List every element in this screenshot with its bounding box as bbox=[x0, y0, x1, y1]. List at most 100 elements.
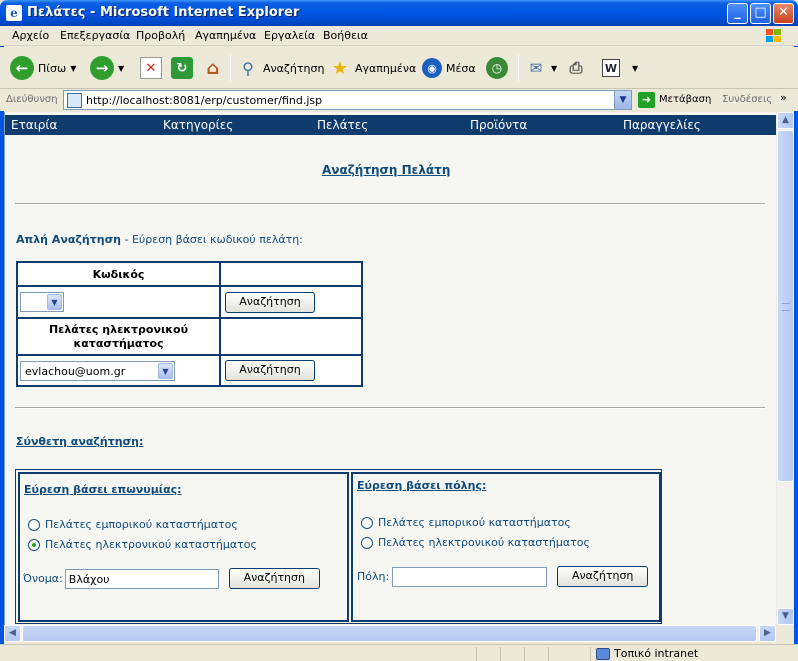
radio-button[interactable] bbox=[28, 518, 40, 531]
nav-categories[interactable]: Κατηγορίες bbox=[163, 118, 233, 132]
email-button-cell: Αναζήτηση bbox=[219, 354, 363, 387]
scroll-down-icon[interactable]: ▼ bbox=[777, 608, 794, 625]
word-icon: W bbox=[602, 59, 620, 77]
radio-button[interactable] bbox=[361, 516, 373, 529]
back-button[interactable]: ← Πίσω ▼ bbox=[10, 54, 76, 82]
radio-button-selected[interactable] bbox=[28, 538, 40, 551]
name-input[interactable]: Βλάχου bbox=[64, 568, 219, 589]
city-search-button[interactable]: Αναζήτηση bbox=[557, 566, 649, 587]
title-bar: e Πελάτες - Microsoft Internet Explorer … bbox=[0, 0, 798, 26]
media-button[interactable]: ◉ Μέσα bbox=[422, 54, 476, 82]
links-button[interactable]: Συνδέσεις bbox=[722, 94, 772, 105]
code-cell: ▼ bbox=[16, 285, 221, 319]
mail-button[interactable]: ✉ ▼ bbox=[525, 54, 557, 82]
page-title[interactable]: Αναζήτηση Πελάτη bbox=[322, 163, 450, 177]
back-label: Πίσω bbox=[38, 61, 67, 75]
stop-button[interactable]: ✕ bbox=[140, 54, 162, 82]
status-divider bbox=[548, 647, 549, 661]
menu-help[interactable]: Βοήθεια bbox=[323, 29, 368, 42]
menu-bar: Αρχείο Επεξεργασία Προβολή Αγαπημένα Εργ… bbox=[0, 26, 798, 46]
nav-customers[interactable]: Πελάτες bbox=[317, 118, 368, 132]
zone-label: Τοπικό intranet bbox=[614, 647, 699, 660]
horizontal-scroll-thumb[interactable] bbox=[22, 625, 757, 642]
top-navigation: Εταιρία Κατηγορίες Πελάτες Προϊόντα Παρα… bbox=[5, 115, 776, 135]
menu-file[interactable]: Αρχείο bbox=[12, 29, 49, 42]
menu-view[interactable]: Προβολή bbox=[136, 29, 185, 42]
status-divider bbox=[590, 647, 591, 661]
maximize-button[interactable]: □ bbox=[750, 3, 771, 24]
email-search-button[interactable]: Αναζήτηση bbox=[225, 360, 315, 381]
by-name-radio-eshop[interactable]: Πελάτες ηλεκτρονικού καταστήματος bbox=[28, 538, 257, 551]
star-icon: ★ bbox=[331, 57, 349, 79]
page-viewport: Εταιρία Κατηγορίες Πελάτες Προϊόντα Παρα… bbox=[4, 112, 776, 625]
by-city-title: Εύρεση βάσει πόλης: bbox=[357, 479, 487, 492]
address-input[interactable]: http://localhost:8081/erp/customer/find.… bbox=[63, 90, 632, 110]
go-arrow-icon[interactable]: ➜ bbox=[638, 92, 655, 108]
nav-company[interactable]: Εταιρία bbox=[11, 118, 57, 132]
search-button[interactable]: ⚲ Αναζήτηση bbox=[237, 54, 324, 82]
history-button[interactable]: ◷ bbox=[486, 54, 508, 82]
grip-icon bbox=[782, 303, 790, 311]
name-field-row: Όνομα: Βλάχου Αναζήτηση bbox=[23, 568, 320, 589]
code-select[interactable]: ▼ bbox=[20, 292, 64, 312]
status-divider bbox=[500, 647, 501, 661]
code-search-button[interactable]: Αναζήτηση bbox=[225, 291, 315, 313]
name-search-button[interactable]: Αναζήτηση bbox=[228, 568, 320, 589]
radio-label: Πελάτες εμπορικού καταστήματος bbox=[378, 516, 571, 529]
favorites-button[interactable]: ★ Αγαπημένα bbox=[329, 54, 416, 82]
media-label: Μέσα bbox=[446, 61, 476, 75]
toolbar: ← Πίσω ▼ → ▼ ✕ ↻ ⌂ ⚲ Αναζήτηση ★ Αγαπημέ… bbox=[0, 47, 798, 89]
status-divider bbox=[476, 647, 477, 661]
security-zone: Τοπικό intranet bbox=[596, 647, 698, 660]
print-button[interactable]: ⎙ bbox=[565, 54, 587, 82]
scroll-up-icon[interactable]: ▲ bbox=[777, 112, 794, 129]
mail-icon: ✉ bbox=[529, 59, 543, 77]
dropdown-arrow-icon[interactable]: ▼ bbox=[632, 64, 638, 73]
menu-favorites[interactable]: Αγαπημένα bbox=[195, 29, 256, 42]
refresh-icon: ↻ bbox=[171, 57, 193, 79]
chevron-down-icon[interactable]: ▼ bbox=[158, 362, 173, 379]
horizontal-scrollbar[interactable]: ◀ ▶ bbox=[4, 625, 776, 642]
menu-tools[interactable]: Εργαλεία bbox=[264, 29, 315, 42]
close-button[interactable]: ✕ bbox=[773, 3, 794, 24]
email-select[interactable]: evlachou@uom.gr ▼ bbox=[20, 360, 175, 381]
minimize-button[interactable]: _ bbox=[727, 3, 748, 24]
favorites-label: Αγαπημένα bbox=[355, 61, 417, 75]
by-name-radio-store[interactable]: Πελάτες εμπορικού καταστήματος bbox=[28, 518, 238, 531]
scroll-right-icon[interactable]: ▶ bbox=[759, 625, 776, 642]
intranet-icon bbox=[596, 647, 610, 660]
by-city-radio-eshop[interactable]: Πελάτες ηλεκτρονικού καταστήματος bbox=[361, 536, 590, 549]
complex-search-heading[interactable]: Σύνθετη αναζήτηση: bbox=[16, 435, 143, 448]
back-arrow-icon: ← bbox=[10, 56, 34, 80]
city-input[interactable] bbox=[392, 566, 548, 587]
home-button[interactable]: ⌂ bbox=[202, 54, 224, 82]
chevron-right-icon[interactable]: » bbox=[780, 91, 787, 104]
dropdown-arrow-icon[interactable]: ▼ bbox=[118, 64, 124, 73]
dropdown-arrow-icon[interactable]: ▼ bbox=[70, 64, 76, 73]
page-icon bbox=[67, 93, 82, 108]
nav-products[interactable]: Προϊόντα bbox=[470, 118, 527, 132]
radio-label: Πελάτες εμπορικού καταστήματος bbox=[45, 518, 238, 531]
edit-button[interactable]: W ▼ bbox=[602, 54, 638, 82]
ecustomer-header: Πελάτες ηλεκτρονικού καταστήματος bbox=[16, 317, 221, 356]
printer-icon: ⎙ bbox=[569, 58, 583, 77]
vertical-scrollbar[interactable]: ▲ ▼ bbox=[776, 112, 794, 625]
chevron-down-icon[interactable]: ▼ bbox=[47, 294, 62, 310]
window-title: Πελάτες - Microsoft Internet Explorer bbox=[27, 5, 300, 20]
menu-edit[interactable]: Επεξεργασία bbox=[60, 29, 130, 42]
address-url[interactable]: http://localhost:8081/erp/customer/find.… bbox=[86, 94, 322, 107]
vertical-scroll-thumb[interactable] bbox=[777, 130, 794, 482]
radio-button[interactable] bbox=[361, 536, 373, 549]
refresh-button[interactable]: ↻ bbox=[171, 54, 193, 82]
address-dropdown-icon[interactable]: ▼ bbox=[614, 91, 631, 109]
radio-label: Πελάτες ηλεκτρονικού καταστήματος bbox=[378, 536, 590, 549]
nav-orders[interactable]: Παραγγελίες bbox=[623, 118, 701, 132]
go-button[interactable]: Μετάβαση bbox=[659, 94, 711, 105]
dropdown-arrow-icon[interactable]: ▼ bbox=[551, 64, 557, 73]
toolbar-separator bbox=[518, 55, 519, 81]
by-city-radio-store[interactable]: Πελάτες εμπορικού καταστήματος bbox=[361, 516, 571, 529]
forward-button[interactable]: → ▼ bbox=[90, 54, 124, 82]
scroll-left-icon[interactable]: ◀ bbox=[4, 625, 21, 642]
email-cell: evlachou@uom.gr ▼ bbox=[16, 354, 221, 387]
simple-search-heading: Απλή Αναζήτηση - Εύρεση βάσει κωδικού πε… bbox=[16, 233, 303, 246]
